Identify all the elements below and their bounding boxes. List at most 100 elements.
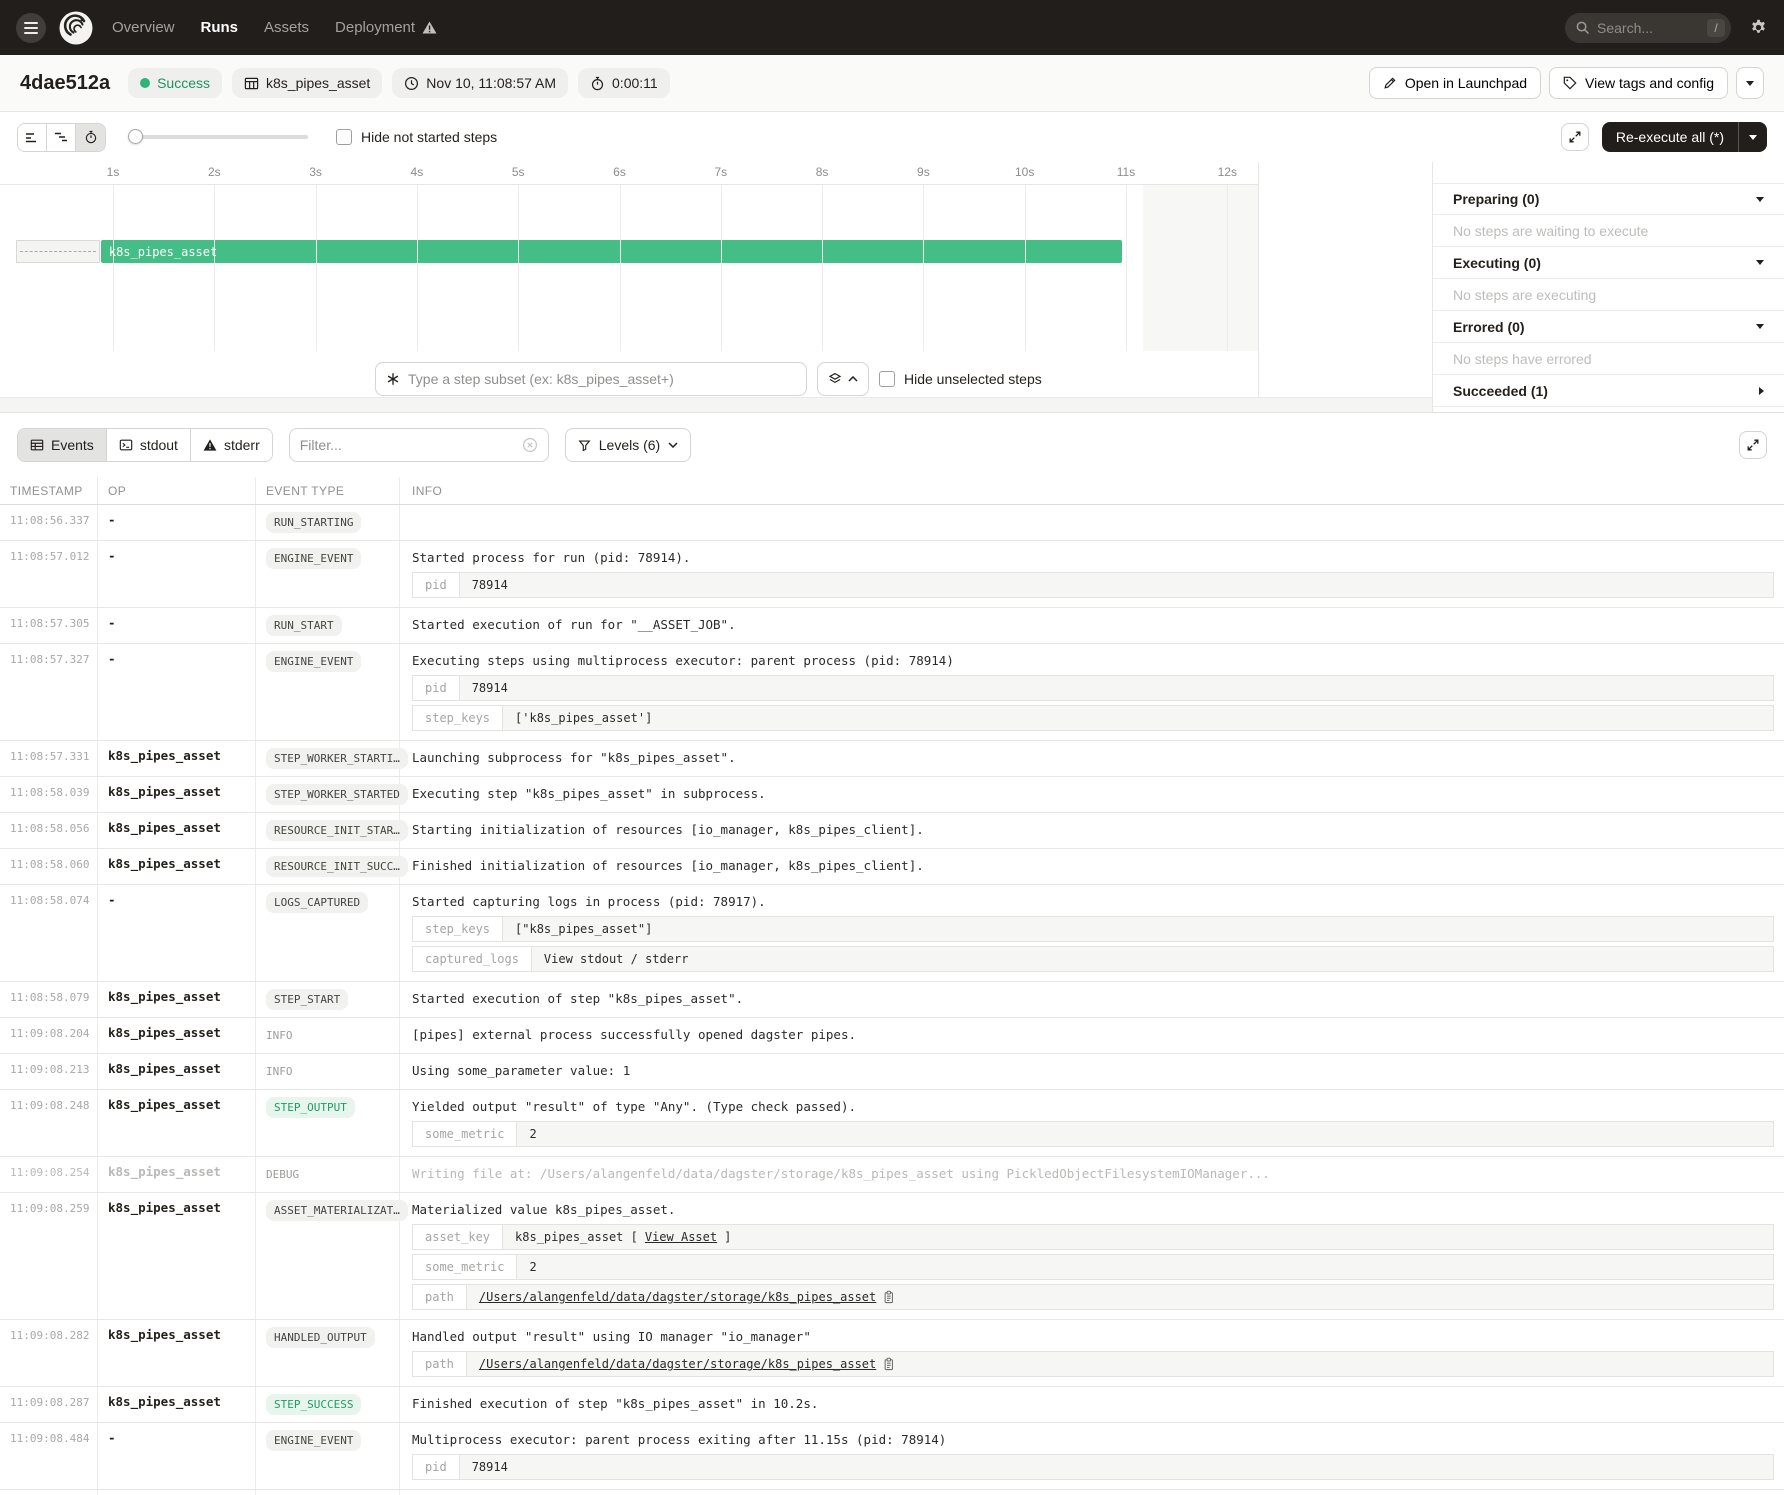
metadata-link[interactable]: /Users/alangenfeld/data/dagster/storage/… <box>479 1357 876 1371</box>
gantt-step-bar[interactable]: k8s_pipes_asset <box>101 240 1122 263</box>
log-event-type-cell: RESOURCE_INIT_STAR… <box>256 813 400 848</box>
log-event-type-cell: RUN_SUCCESS <box>256 1490 400 1495</box>
view-flat-button[interactable] <box>18 124 47 151</box>
gantt-hscrollbar[interactable] <box>0 397 1432 412</box>
event-type-badge: INFO <box>266 1061 293 1082</box>
log-row[interactable]: 11:08:56.337-RUN_STARTING <box>0 505 1784 541</box>
tab-events[interactable]: Events <box>18 429 107 461</box>
panel-section-executing[interactable]: Executing (0) <box>1433 247 1784 279</box>
log-row[interactable]: 11:09:08.254k8s_pipes_assetDEBUGWriting … <box>0 1157 1784 1193</box>
log-row[interactable]: 11:08:58.060k8s_pipes_assetRESOURCE_INIT… <box>0 849 1784 885</box>
timeline-gridline <box>923 185 924 351</box>
log-op: - <box>98 608 256 643</box>
panel-section-preparing[interactable]: Preparing (0) <box>1433 183 1784 215</box>
panel-section-errored[interactable]: Errored (0) <box>1433 311 1784 343</box>
status-badge: Success <box>128 68 222 98</box>
event-type-badge: RESOURCE_INIT_STAR… <box>266 820 408 841</box>
log-row[interactable]: 11:09:08.204k8s_pipes_assetINFO[pipes] e… <box>0 1018 1784 1054</box>
chevron-up-icon <box>848 376 858 382</box>
metadata-row: pid78914 <box>412 572 1774 598</box>
gantt-section: 1s2s3s4s5s6s7s8s9s10s11s12s k8s_pipes_as… <box>0 162 1784 413</box>
log-row[interactable]: 11:08:57.331k8s_pipes_assetSTEP_WORKER_S… <box>0 741 1784 777</box>
timeline-gridline <box>518 185 519 351</box>
timeline-gridline <box>1227 185 1228 351</box>
log-row[interactable]: 11:09:08.282k8s_pipes_assetHANDLED_OUTPU… <box>0 1320 1784 1387</box>
panel-section-empty-text: No steps have errored <box>1433 343 1784 375</box>
event-type-badge: ENGINE_EVENT <box>266 651 361 672</box>
metadata-key: pid <box>413 573 460 597</box>
log-info-text: Yielded output "result" of type "Any". (… <box>412 1097 1774 1114</box>
job-name-pill[interactable]: k8s_pipes_asset <box>232 68 382 98</box>
view-waterfall-button[interactable] <box>47 124 76 151</box>
log-timestamp: 11:09:08.259 <box>0 1193 98 1319</box>
log-info-text: Starting initialization of resources [io… <box>412 820 1774 837</box>
log-row[interactable]: 11:09:08.489-RUN_SUCCESSFinished executi… <box>0 1490 1784 1495</box>
log-info-cell: Executing step "k8s_pipes_asset" in subp… <box>400 777 1784 812</box>
run-actions-dropdown-button[interactable] <box>1736 67 1764 99</box>
log-row[interactable]: 11:08:58.056k8s_pipes_assetRESOURCE_INIT… <box>0 813 1784 849</box>
reexecute-all-button[interactable]: Re-execute all (*) <box>1602 122 1767 152</box>
log-row[interactable]: 11:09:08.484-ENGINE_EVENTMultiprocess ex… <box>0 1423 1784 1490</box>
hide-unselected-checkbox[interactable] <box>879 371 895 387</box>
log-filter-input[interactable] <box>300 437 514 453</box>
log-row[interactable]: 11:08:58.074-LOGS_CAPTUREDStarted captur… <box>0 885 1784 982</box>
log-row[interactable]: 11:08:58.039k8s_pipes_assetSTEP_WORKER_S… <box>0 777 1784 813</box>
metadata-link[interactable]: /Users/alangenfeld/data/dagster/storage/… <box>479 1290 876 1304</box>
copy-icon[interactable] <box>883 1357 895 1371</box>
start-time-pill: Nov 10, 11:08:57 AM <box>392 68 568 98</box>
log-row[interactable]: 11:09:08.248k8s_pipes_assetSTEP_OUTPUTYi… <box>0 1090 1784 1157</box>
gantt-zoom-slider[interactable] <box>128 135 308 139</box>
clear-filter-icon[interactable] <box>522 437 538 453</box>
slider-handle[interactable] <box>128 129 143 144</box>
log-row[interactable]: 11:08:57.327-ENGINE_EVENTExecuting steps… <box>0 644 1784 741</box>
metadata-row: step_keys["k8s_pipes_asset"] <box>412 916 1774 942</box>
log-row[interactable]: 11:09:08.259k8s_pipes_assetASSET_MATERIA… <box>0 1193 1784 1320</box>
hide-not-started-checkbox[interactable] <box>336 129 352 145</box>
logs-fullscreen-button[interactable] <box>1739 431 1767 459</box>
open-in-launchpad-button[interactable]: Open in Launchpad <box>1369 67 1541 99</box>
log-event-type-cell: DEBUG <box>256 1157 400 1192</box>
view-timed-button[interactable] <box>76 124 105 151</box>
search-shortcut-key: / <box>1707 19 1725 37</box>
levels-filter-button[interactable]: Levels (6) <box>565 428 691 462</box>
nav-runs[interactable]: Runs <box>201 19 239 36</box>
tab-stderr[interactable]: stderr <box>191 429 272 461</box>
timeline-tick-label: 4s <box>411 165 424 179</box>
metadata-row: some_metric2 <box>412 1254 1774 1280</box>
log-info-text: Started execution of step "k8s_pipes_ass… <box>412 989 1774 1006</box>
log-op: - <box>98 644 256 740</box>
gantt-fullscreen-button[interactable] <box>1561 123 1589 151</box>
view-tags-config-button[interactable]: View tags and config <box>1549 67 1728 99</box>
log-row[interactable]: 11:09:08.287k8s_pipes_assetSTEP_SUCCESSF… <box>0 1387 1784 1423</box>
chevron-down-icon <box>1756 324 1764 329</box>
panel-section-succeeded[interactable]: Succeeded (1) <box>1433 375 1784 407</box>
top-nav: Overview Runs Assets Deployment / <box>0 0 1784 55</box>
event-type-badge: ENGINE_EVENT <box>266 1430 361 1451</box>
log-info-cell <box>400 505 1784 540</box>
hide-not-started-checkbox-row: Hide not started steps <box>336 129 497 145</box>
subset-options-button[interactable] <box>817 362 869 396</box>
log-filter-box <box>289 428 549 462</box>
log-row[interactable]: 11:09:08.213k8s_pipes_assetINFOUsing som… <box>0 1054 1784 1090</box>
tab-stdout[interactable]: stdout <box>107 429 191 461</box>
step-subset-input[interactable] <box>408 371 796 387</box>
log-row[interactable]: 11:08:57.305-RUN_STARTStarted execution … <box>0 608 1784 644</box>
reexecute-dropdown[interactable] <box>1738 122 1767 152</box>
nav-assets[interactable]: Assets <box>264 19 309 36</box>
metadata-value: /Users/alangenfeld/data/dagster/storage/… <box>467 1285 1773 1309</box>
search-input[interactable] <box>1597 20 1700 36</box>
event-type-badge: RUN_STARTING <box>266 512 361 533</box>
settings-gear-icon[interactable] <box>1749 18 1768 37</box>
copy-icon[interactable] <box>883 1290 895 1304</box>
nav-overview[interactable]: Overview <box>112 19 175 36</box>
nav-deployment[interactable]: Deployment <box>335 19 437 36</box>
hamburger-menu-icon[interactable] <box>16 13 46 43</box>
dagster-logo[interactable] <box>58 10 94 46</box>
metadata-link[interactable]: View Asset <box>645 1230 717 1244</box>
metadata-value: 78914 <box>460 1455 1773 1479</box>
log-event-type-cell: STEP_WORKER_STARTED <box>256 777 400 812</box>
nav-links: Overview Runs Assets Deployment <box>112 19 437 36</box>
log-row[interactable]: 11:08:57.012-ENGINE_EVENTStarted process… <box>0 541 1784 608</box>
log-row[interactable]: 11:08:58.079k8s_pipes_assetSTEP_STARTSta… <box>0 982 1784 1018</box>
global-search[interactable]: / <box>1565 13 1731 43</box>
